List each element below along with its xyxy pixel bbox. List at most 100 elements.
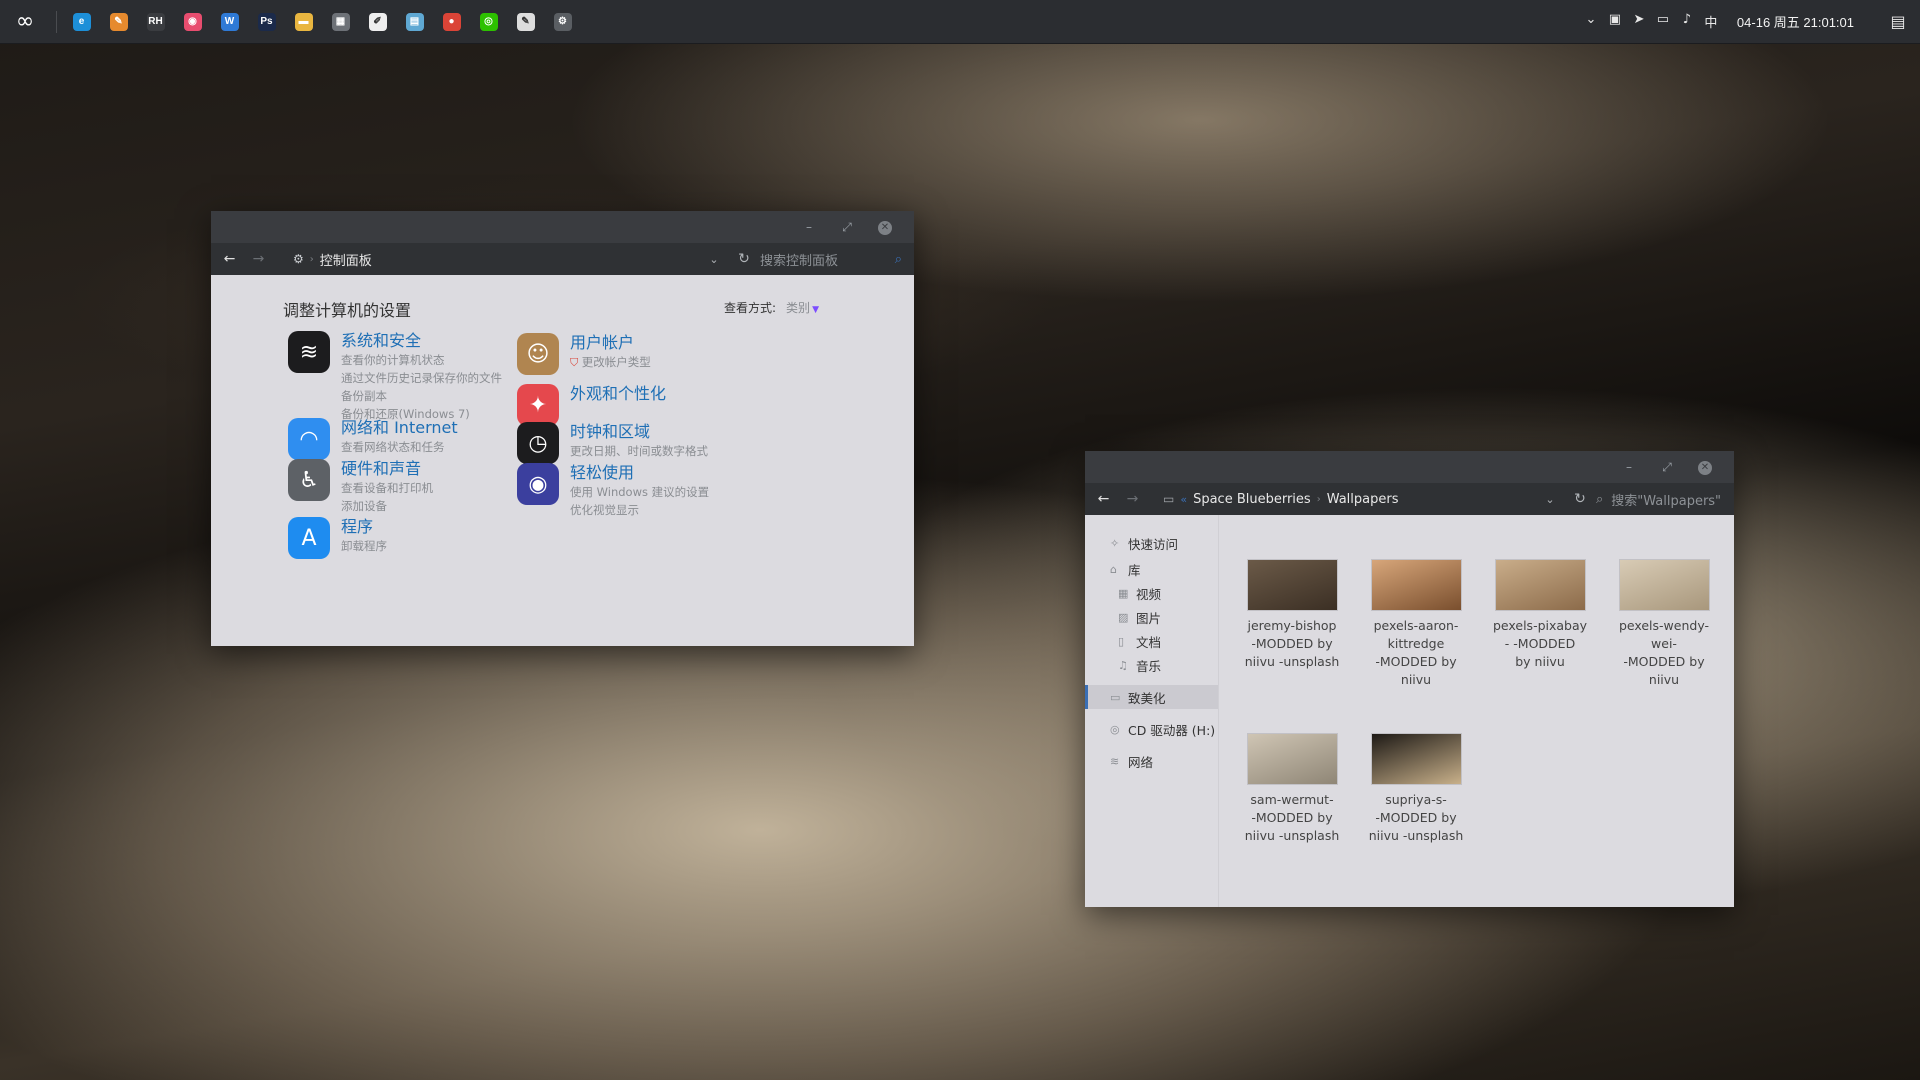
app-store-icon[interactable]: A	[288, 517, 330, 559]
tray-monitor-icon[interactable]: ▣	[1603, 12, 1627, 31]
taskbar-app-rh[interactable]: RH	[137, 0, 174, 44]
category-title-link[interactable]: 用户帐户	[570, 333, 651, 353]
category-task-link[interactable]: 查看网络状态和任务	[341, 438, 458, 456]
maximize-button[interactable]: ⤢	[1648, 460, 1686, 475]
nav-item[interactable]: ▨ 图片	[1085, 605, 1218, 629]
file-name-line: pexels-wendy-	[1618, 618, 1710, 633]
nav-item-label: 视频	[1136, 586, 1162, 602]
taskbar-app-camera[interactable]: ◉	[174, 0, 211, 44]
breadcrumb[interactable]: ⚙ › 控制面板	[293, 250, 700, 269]
nav-item[interactable]: ▯ 文档	[1085, 629, 1218, 653]
category-task-link[interactable]: 优化视觉显示	[570, 501, 709, 519]
taskbar-app-sheet[interactable]: ▤	[396, 0, 433, 44]
caret-down-icon: ▼	[812, 305, 819, 315]
file-item[interactable]: pexels-aaron-kittredge -MODDED by niivu	[1354, 559, 1478, 689]
nav-item-label: 音乐	[1136, 658, 1162, 674]
tray-ime-icon[interactable]: 中	[1699, 12, 1723, 31]
minimize-button[interactable]: –	[790, 220, 828, 234]
search-box[interactable]: 搜索控制面板 ⌕	[760, 250, 914, 269]
file-item[interactable]: pexels-wendy-wei- -MODDED by niivu	[1602, 559, 1726, 689]
refresh-icon[interactable]: ↻	[728, 251, 760, 267]
contacts-icon[interactable]: ☺	[517, 333, 559, 375]
category-task-link[interactable]: 更改日期、时间或数字格式	[570, 442, 708, 460]
maximize-button[interactable]: ⤢	[828, 220, 866, 235]
siri-icon[interactable]: ◉	[517, 463, 559, 505]
nav-item[interactable]: ≋ 网络	[1085, 749, 1218, 773]
category-title-link[interactable]: 外观和个性化	[570, 384, 666, 404]
taskbar-app-chrome[interactable]: ●	[433, 0, 470, 44]
search-box[interactable]: ⌕ 搜索"Wallpapers"	[1596, 490, 1734, 509]
tray-send-icon[interactable]: ➤	[1627, 12, 1651, 31]
video-icon: ▦	[1118, 586, 1129, 600]
category-task-link[interactable]: 查看设备和打印机	[341, 479, 433, 497]
wifi-icon[interactable]: ◠	[288, 418, 330, 460]
tools-icon: ✎	[109, 12, 128, 31]
taskbar-app-edge[interactable]: e	[63, 0, 100, 44]
overflow-chevron-icon[interactable]: «	[1180, 493, 1187, 506]
color-picker-icon[interactable]: ✦	[517, 384, 559, 426]
forward-button[interactable]: →	[1118, 491, 1147, 507]
refresh-icon[interactable]: ↻	[1564, 491, 1596, 507]
nav-item[interactable]: ▭ 致美化	[1085, 685, 1218, 709]
nav-item[interactable]: ♫ 音乐	[1085, 653, 1218, 677]
file-item[interactable]: supriya-s- -MODDED by niivu -unsplash	[1354, 733, 1478, 845]
file-name-line: pexels-aaron-	[1373, 618, 1459, 633]
category-task-link[interactable]: 通过文件历史记录保存你的文件备份副本	[341, 369, 508, 405]
search-input[interactable]: 搜索控制面板	[760, 250, 838, 269]
clock-icon[interactable]: ◷	[517, 422, 559, 464]
tray-chevron-icon[interactable]: ⌄	[1579, 12, 1603, 31]
close-button[interactable]: ✕	[1686, 459, 1724, 475]
accessibility-icon[interactable]: ♿	[288, 459, 330, 501]
category-task-link[interactable]: 添加设备	[341, 497, 433, 515]
taskbar-app-photoshop[interactable]: Ps	[248, 0, 285, 44]
category-title-link[interactable]: 程序	[341, 517, 387, 537]
category-text: 系统和安全 查看你的计算机状态 通过文件历史记录保存你的文件备份副本 备份和还原(Wi…	[341, 331, 508, 423]
category-task-link[interactable]: 使用 Windows 建议的设置	[570, 483, 709, 501]
category-title-link[interactable]: 轻松使用	[570, 463, 709, 483]
taskbar-app-word[interactable]: W	[211, 0, 248, 44]
category-task-link[interactable]: 卸载程序	[341, 537, 387, 555]
notification-center-icon[interactable]: ▤	[1876, 0, 1920, 44]
category-task-link[interactable]: ⛉ 更改帐户类型	[570, 353, 651, 372]
view-by[interactable]: 查看方式: 类别 ▼	[724, 299, 819, 316]
chevron-down-icon[interactable]: ⌄	[1536, 493, 1564, 506]
edge-icon: e	[72, 12, 91, 31]
file-item[interactable]: jeremy-bishop -MODDED by niivu -unsplash	[1230, 559, 1354, 671]
taskbar-app-calculator[interactable]: ▦	[322, 0, 359, 44]
category-title-link[interactable]: 网络和 Internet	[341, 418, 458, 438]
nav-item[interactable]: ⌂ 库	[1085, 557, 1218, 581]
back-button[interactable]: ←	[1089, 491, 1118, 507]
taskbar-app-tools[interactable]: ✎	[100, 0, 137, 44]
forward-button[interactable]: →	[244, 251, 273, 267]
breadcrumb-item[interactable]: 控制面板	[320, 250, 372, 269]
nav-item[interactable]: ◎ CD 驱动器 (H:)	[1085, 717, 1218, 741]
taskbar-app-folder[interactable]: ▬	[285, 0, 322, 44]
nav-item[interactable]: ✧ 快速访问	[1085, 531, 1218, 555]
category-task-link[interactable]: 查看你的计算机状态	[341, 351, 508, 369]
file-name-line: kittredge	[1387, 636, 1445, 651]
breadcrumb[interactable]: ▭ « Space Blueberries › Wallpapers	[1163, 492, 1536, 507]
activity-monitor-icon[interactable]: ≋	[288, 331, 330, 373]
breadcrumb-item[interactable]: Wallpapers	[1327, 492, 1399, 507]
taskbar-app-settings[interactable]: ⚙	[544, 0, 581, 44]
breadcrumb-item[interactable]: Space Blueberries	[1193, 492, 1311, 507]
file-item[interactable]: sam-wermut- -MODDED by niivu -unsplash	[1230, 733, 1354, 845]
tray-volume-icon[interactable]: ♪	[1675, 12, 1699, 31]
clock[interactable]: 04-16 周五 21:01:01	[1723, 12, 1876, 31]
category-title-link[interactable]: 硬件和声音	[341, 459, 433, 479]
view-by-value[interactable]: 类别	[786, 301, 810, 315]
taskbar-app-wechat[interactable]: ◎	[470, 0, 507, 44]
search-input[interactable]: 搜索"Wallpapers"	[1611, 490, 1721, 509]
file-item[interactable]: pexels-pixabay - -MODDED by niivu	[1478, 559, 1602, 671]
start-button[interactable]: ∞	[0, 0, 50, 44]
chevron-down-icon[interactable]: ⌄	[700, 253, 728, 266]
minimize-button[interactable]: –	[1610, 460, 1648, 474]
taskbar-app-editor[interactable]: ✎	[507, 0, 544, 44]
tray-network-icon[interactable]: ▭	[1651, 12, 1675, 31]
category-title-link[interactable]: 时钟和区域	[570, 422, 708, 442]
taskbar-app-notes[interactable]: ✐	[359, 0, 396, 44]
nav-item[interactable]: ▦ 视频	[1085, 581, 1218, 605]
category-title-link[interactable]: 系统和安全	[341, 331, 508, 351]
close-button[interactable]: ✕	[866, 219, 904, 235]
back-button[interactable]: ←	[215, 251, 244, 267]
